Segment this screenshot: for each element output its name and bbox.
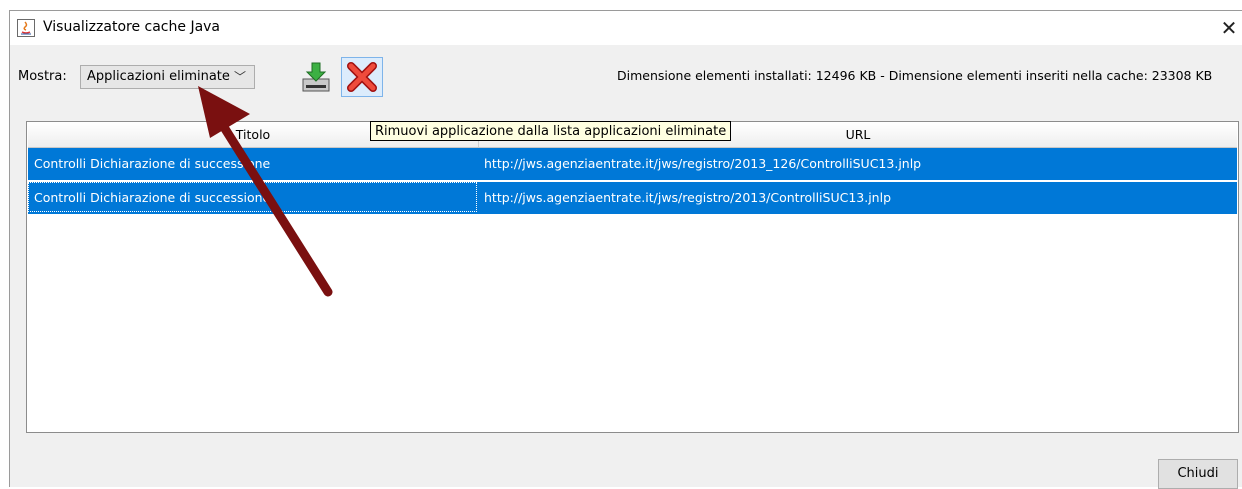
close-icon[interactable]: ✕ <box>1216 15 1242 41</box>
annotation-arrow <box>198 86 333 297</box>
window-title: Visualizzatore cache Java <box>43 19 221 35</box>
row-url: http://jws.agenziaentrate.it/jws/registr… <box>484 190 892 205</box>
show-label: Mostra: <box>18 69 67 84</box>
remove-tooltip: Rimuovi applicazione dalla lista applica… <box>370 121 732 141</box>
remove-button[interactable] <box>341 57 383 97</box>
remove-icon <box>347 62 377 92</box>
close-button[interactable]: Chiudi <box>1158 459 1238 489</box>
title-bar: Visualizzatore cache Java ✕ <box>10 11 1242 45</box>
row-url: http://jws.agenziaentrate.it/jws/registr… <box>484 156 922 171</box>
java-icon <box>17 19 35 37</box>
cache-size-info: Dimensione elementi installati: 12496 KB… <box>617 68 1213 83</box>
